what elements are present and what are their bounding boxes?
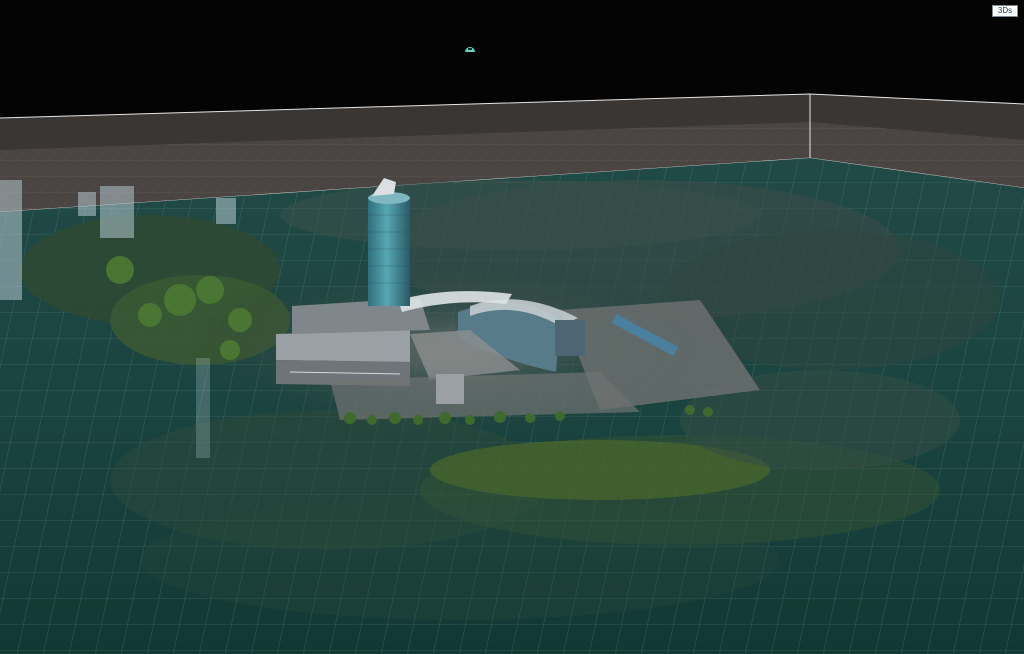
- compass-marker-icon[interactable]: [464, 40, 476, 52]
- view-mode-button[interactable]: 3Ds: [992, 5, 1018, 17]
- 3d-viewport[interactable]: 3Ds: [0, 0, 1024, 654]
- point-cloud-scene[interactable]: [0, 0, 1024, 654]
- mall-roof-left: [276, 330, 410, 362]
- small-kiosk: [436, 374, 464, 404]
- glass-tower: [368, 198, 410, 306]
- front-parking: [330, 372, 640, 420]
- glass-annex: [555, 320, 585, 356]
